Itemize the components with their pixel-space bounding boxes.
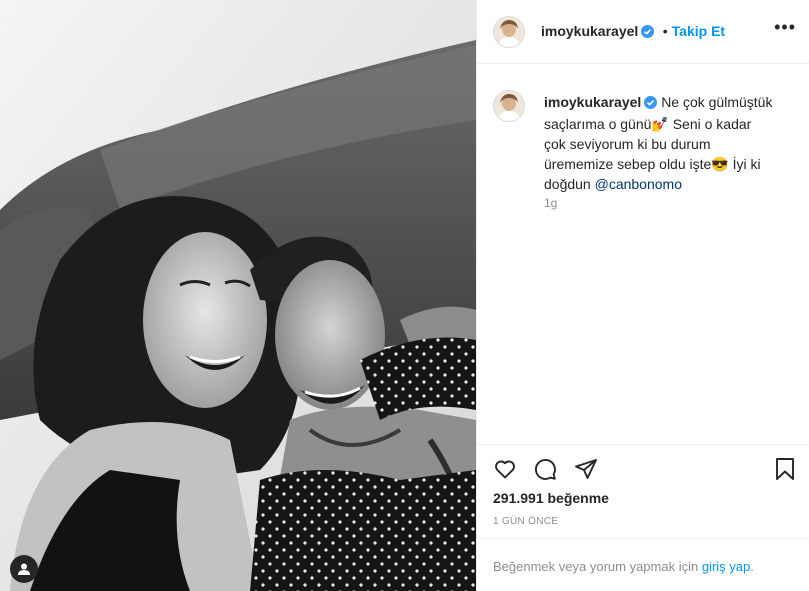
- caption-age: 1g: [544, 196, 558, 210]
- post-date: 1 GÜN ÖNCE: [493, 516, 559, 527]
- post-photo[interactable]: [0, 0, 476, 591]
- follow-button[interactable]: Takip Et: [672, 23, 725, 39]
- user-tag-icon[interactable]: [10, 555, 38, 583]
- login-prompt-period: .: [750, 559, 754, 574]
- caption-avatar[interactable]: [493, 90, 525, 122]
- login-link[interactable]: giriş yap: [702, 559, 750, 574]
- post-caption: imoykukarayel Ne çok gülmüştük saçlarıma…: [544, 92, 774, 194]
- caption-username[interactable]: imoykukarayel: [544, 94, 641, 110]
- post-side-panel: imoykukarayel • Takip Et ••• imoykukaraye…: [476, 0, 809, 591]
- more-options-icon[interactable]: •••: [774, 18, 796, 36]
- header-separator: •: [662, 23, 668, 39]
- verified-badge-icon: [641, 25, 655, 43]
- login-prompt: Beğenmek veya yorum yapmak için giriş ya…: [477, 538, 809, 591]
- username[interactable]: imoykukarayel: [541, 23, 638, 39]
- avatar[interactable]: [493, 16, 525, 48]
- caption-verified-badge-icon: [644, 94, 658, 114]
- login-prompt-text: Beğenmek veya yorum yapmak için: [493, 559, 699, 574]
- post-photo-image: [0, 0, 476, 591]
- share-icon[interactable]: [574, 457, 598, 486]
- comment-icon[interactable]: [533, 457, 557, 486]
- action-bar: [477, 444, 809, 495]
- heart-icon[interactable]: [493, 457, 517, 486]
- bookmark-icon[interactable]: [773, 457, 797, 486]
- like-count[interactable]: 291.991 beğenme: [493, 490, 609, 506]
- mention-link[interactable]: @canbonomo: [595, 176, 682, 192]
- post-header: imoykukarayel • Takip Et •••: [477, 0, 809, 64]
